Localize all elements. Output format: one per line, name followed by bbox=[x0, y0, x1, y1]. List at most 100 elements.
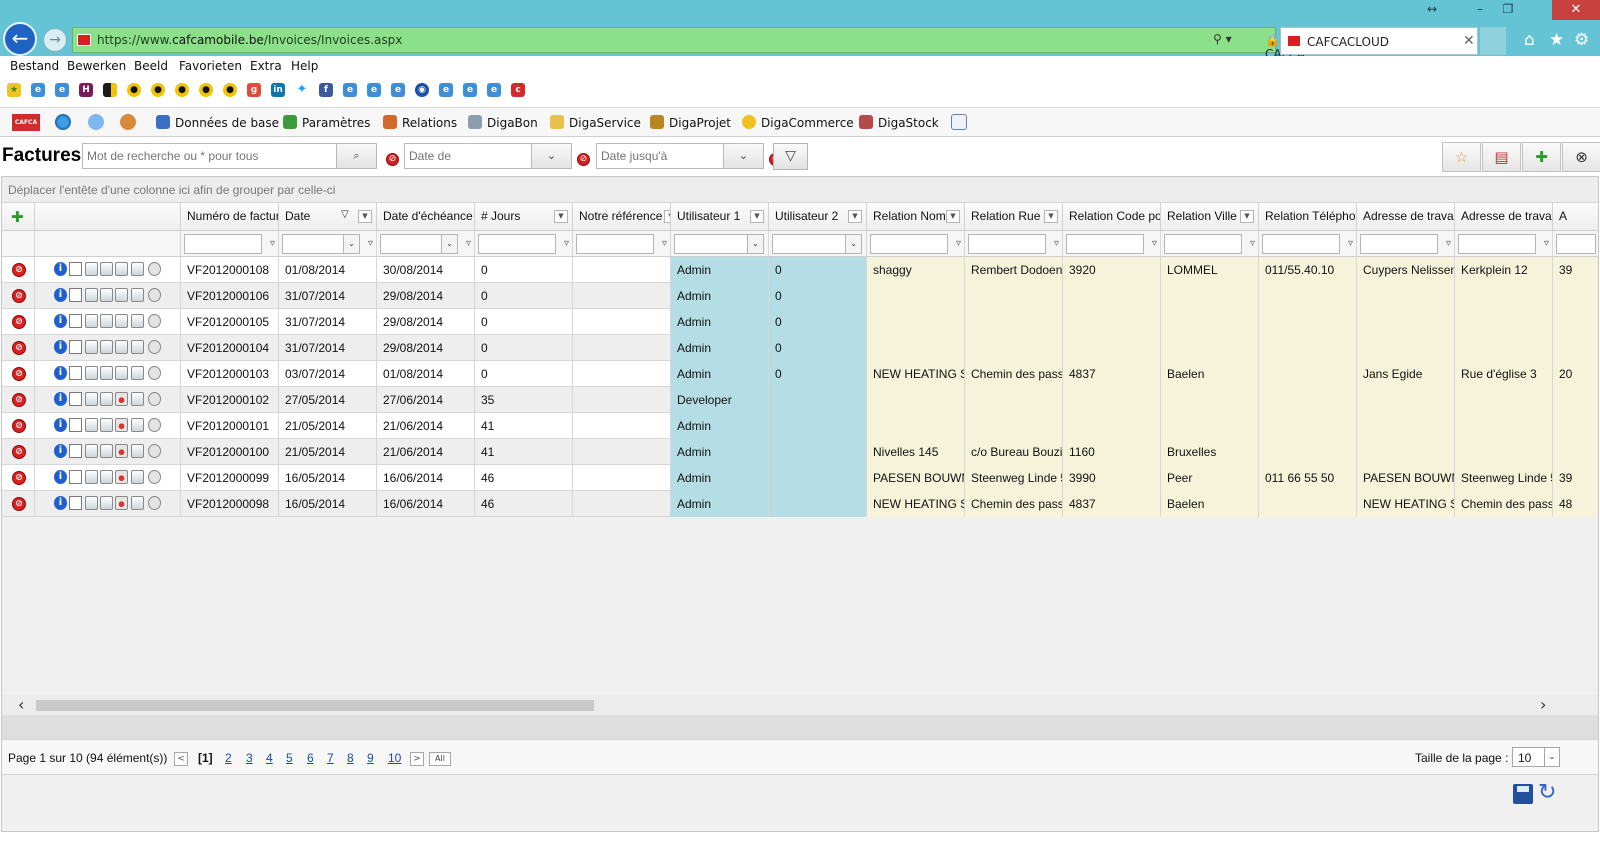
cell-invoice-number[interactable]: VF2012000100 bbox=[181, 439, 279, 465]
document-icon[interactable] bbox=[69, 470, 82, 484]
next-page-button[interactable]: > bbox=[410, 752, 424, 766]
cell-our-reference[interactable] bbox=[573, 413, 671, 439]
linkedin-icon[interactable]: in bbox=[271, 83, 285, 97]
header-relation-phone[interactable]: Relation Téléphone bbox=[1259, 203, 1357, 231]
cell-relation-city[interactable] bbox=[1161, 413, 1259, 439]
scroll-right-icon[interactable]: › bbox=[1540, 695, 1546, 714]
report-button[interactable]: ▤ bbox=[1482, 142, 1521, 172]
cell-relation-city[interactable] bbox=[1161, 309, 1259, 335]
delete-icon[interactable]: ⊘ bbox=[12, 367, 26, 381]
delete-icon[interactable]: ⊘ bbox=[12, 445, 26, 459]
cell-days[interactable]: 41 bbox=[475, 413, 573, 439]
checklist-icon[interactable] bbox=[951, 114, 967, 130]
sign-icon[interactable] bbox=[115, 288, 128, 302]
search-field[interactable]: ⌕ bbox=[82, 143, 377, 169]
cell-days[interactable]: 0 bbox=[475, 283, 573, 309]
module-digacommerce[interactable]: DigaCommerce bbox=[742, 115, 854, 130]
sign-icon[interactable] bbox=[115, 496, 128, 510]
cell-user-2[interactable]: 0 bbox=[769, 309, 867, 335]
cell-relation-phone[interactable]: 011/55.40.10 bbox=[1259, 257, 1357, 283]
cell-our-reference[interactable] bbox=[573, 361, 671, 387]
header-relation-city[interactable]: Relation Ville ▼ bbox=[1161, 203, 1259, 231]
home-icon[interactable]: ⌂ bbox=[1524, 30, 1535, 50]
document-icon[interactable] bbox=[69, 418, 82, 432]
cell-days[interactable]: 0 bbox=[475, 335, 573, 361]
flag-link-icon[interactable] bbox=[103, 83, 117, 97]
cell-work-address[interactable] bbox=[1357, 413, 1455, 439]
bug-link-icon[interactable]: ● bbox=[127, 83, 141, 97]
info-icon[interactable]: i bbox=[54, 444, 67, 458]
cafca-link-icon[interactable]: c bbox=[511, 83, 525, 97]
filter-input[interactable] bbox=[184, 234, 262, 254]
back-button[interactable]: ← bbox=[3, 22, 37, 56]
sign-icon[interactable] bbox=[115, 340, 128, 354]
filter-funnel-icon[interactable]: ▿ bbox=[1250, 238, 1255, 249]
cell-relation-street[interactable] bbox=[965, 335, 1063, 361]
filter-input[interactable] bbox=[870, 234, 948, 254]
cell-user-1[interactable]: Admin bbox=[671, 335, 769, 361]
list-icon[interactable] bbox=[85, 444, 98, 458]
cell-our-reference[interactable] bbox=[573, 465, 671, 491]
document-icon[interactable] bbox=[69, 288, 82, 302]
cell-extra[interactable] bbox=[1553, 387, 1598, 413]
favorite-star-button[interactable]: ☆ bbox=[1442, 142, 1481, 172]
ie-link-icon[interactable]: e bbox=[31, 83, 45, 97]
cell-work-address-2[interactable] bbox=[1455, 283, 1553, 309]
edit-icon[interactable] bbox=[100, 262, 113, 276]
filter-funnel-icon[interactable]: ▿ bbox=[466, 238, 471, 249]
cell-user-1[interactable]: Admin bbox=[671, 439, 769, 465]
cell-invoice-number[interactable]: VF2012000103 bbox=[181, 361, 279, 387]
cell-relation-city[interactable]: Baelen bbox=[1161, 491, 1259, 517]
menu-extra[interactable]: Extra bbox=[250, 59, 282, 73]
header-relation-street[interactable]: Relation Rue ▼ bbox=[965, 203, 1063, 231]
cell-work-address[interactable] bbox=[1357, 335, 1455, 361]
cell-work-address[interactable] bbox=[1357, 387, 1455, 413]
table-row[interactable]: ⊘ i VF2012000102 27/05/2014 27/06/2014 35 Deve… bbox=[2, 387, 1598, 413]
cell-invoice-number[interactable]: VF2012000101 bbox=[181, 413, 279, 439]
delete-icon[interactable]: ⊘ bbox=[12, 393, 26, 407]
twitter-icon[interactable]: ✦ bbox=[295, 83, 309, 97]
ie-link-icon[interactable]: e bbox=[367, 83, 381, 97]
cell-due-date[interactable]: 29/08/2014 bbox=[377, 309, 475, 335]
menu-favorieten[interactable]: Favorieten bbox=[179, 59, 242, 73]
clear-search-icon[interactable]: ⊘ bbox=[386, 153, 399, 166]
info-icon[interactable]: i bbox=[54, 340, 67, 354]
header-days[interactable]: # Jours ▼ bbox=[475, 203, 573, 231]
edit-icon[interactable] bbox=[100, 366, 113, 380]
cell-user-1[interactable]: Admin bbox=[671, 491, 769, 517]
cell-extra[interactable]: 39 bbox=[1553, 257, 1598, 283]
header-due-date[interactable]: Date d'échéance bbox=[377, 203, 475, 231]
print-icon[interactable] bbox=[131, 444, 144, 458]
bug-link-icon[interactable]: ● bbox=[151, 83, 165, 97]
ie-link-icon[interactable]: e bbox=[391, 83, 405, 97]
document-icon[interactable] bbox=[69, 340, 82, 354]
print-icon[interactable] bbox=[131, 392, 144, 406]
mail-icon[interactable] bbox=[148, 444, 161, 458]
mail-icon[interactable] bbox=[148, 392, 161, 406]
cell-relation-name[interactable] bbox=[867, 335, 965, 361]
cell-user-2[interactable] bbox=[769, 413, 867, 439]
filter-funnel-icon[interactable]: ▿ bbox=[1348, 238, 1353, 249]
date-from-dropdown-icon[interactable]: ⌄ bbox=[531, 144, 571, 168]
page-link[interactable]: 5 bbox=[286, 751, 293, 765]
cell-our-reference[interactable] bbox=[573, 335, 671, 361]
close-view-button[interactable]: ⊗ bbox=[1562, 142, 1600, 172]
cell-due-date[interactable]: 27/06/2014 bbox=[377, 387, 475, 413]
header-add[interactable]: ✚ bbox=[2, 203, 35, 231]
delete-icon[interactable]: ⊘ bbox=[12, 471, 26, 485]
cell-our-reference[interactable] bbox=[573, 439, 671, 465]
cell-days[interactable]: 0 bbox=[475, 257, 573, 283]
cell-relation-name[interactable]: Nivelles 145 bbox=[867, 439, 965, 465]
mail-icon[interactable] bbox=[148, 288, 161, 302]
document-icon[interactable] bbox=[69, 496, 82, 510]
table-row[interactable]: ⊘ i VF2012000104 31/07/2014 29/08/2014 0 Admin… bbox=[2, 335, 1598, 361]
clear-date-from-icon[interactable]: ⊘ bbox=[577, 153, 590, 166]
sign-icon[interactable] bbox=[115, 392, 128, 406]
print-icon[interactable] bbox=[131, 340, 144, 354]
cell-relation-postal-code[interactable]: 3920 bbox=[1063, 257, 1161, 283]
header-user-2[interactable]: Utilisateur 2 ▼ bbox=[769, 203, 867, 231]
cell-user-1[interactable]: Developer bbox=[671, 387, 769, 413]
filter-input[interactable] bbox=[968, 234, 1046, 254]
forward-button[interactable]: → bbox=[43, 28, 67, 52]
search-input[interactable] bbox=[83, 144, 376, 168]
